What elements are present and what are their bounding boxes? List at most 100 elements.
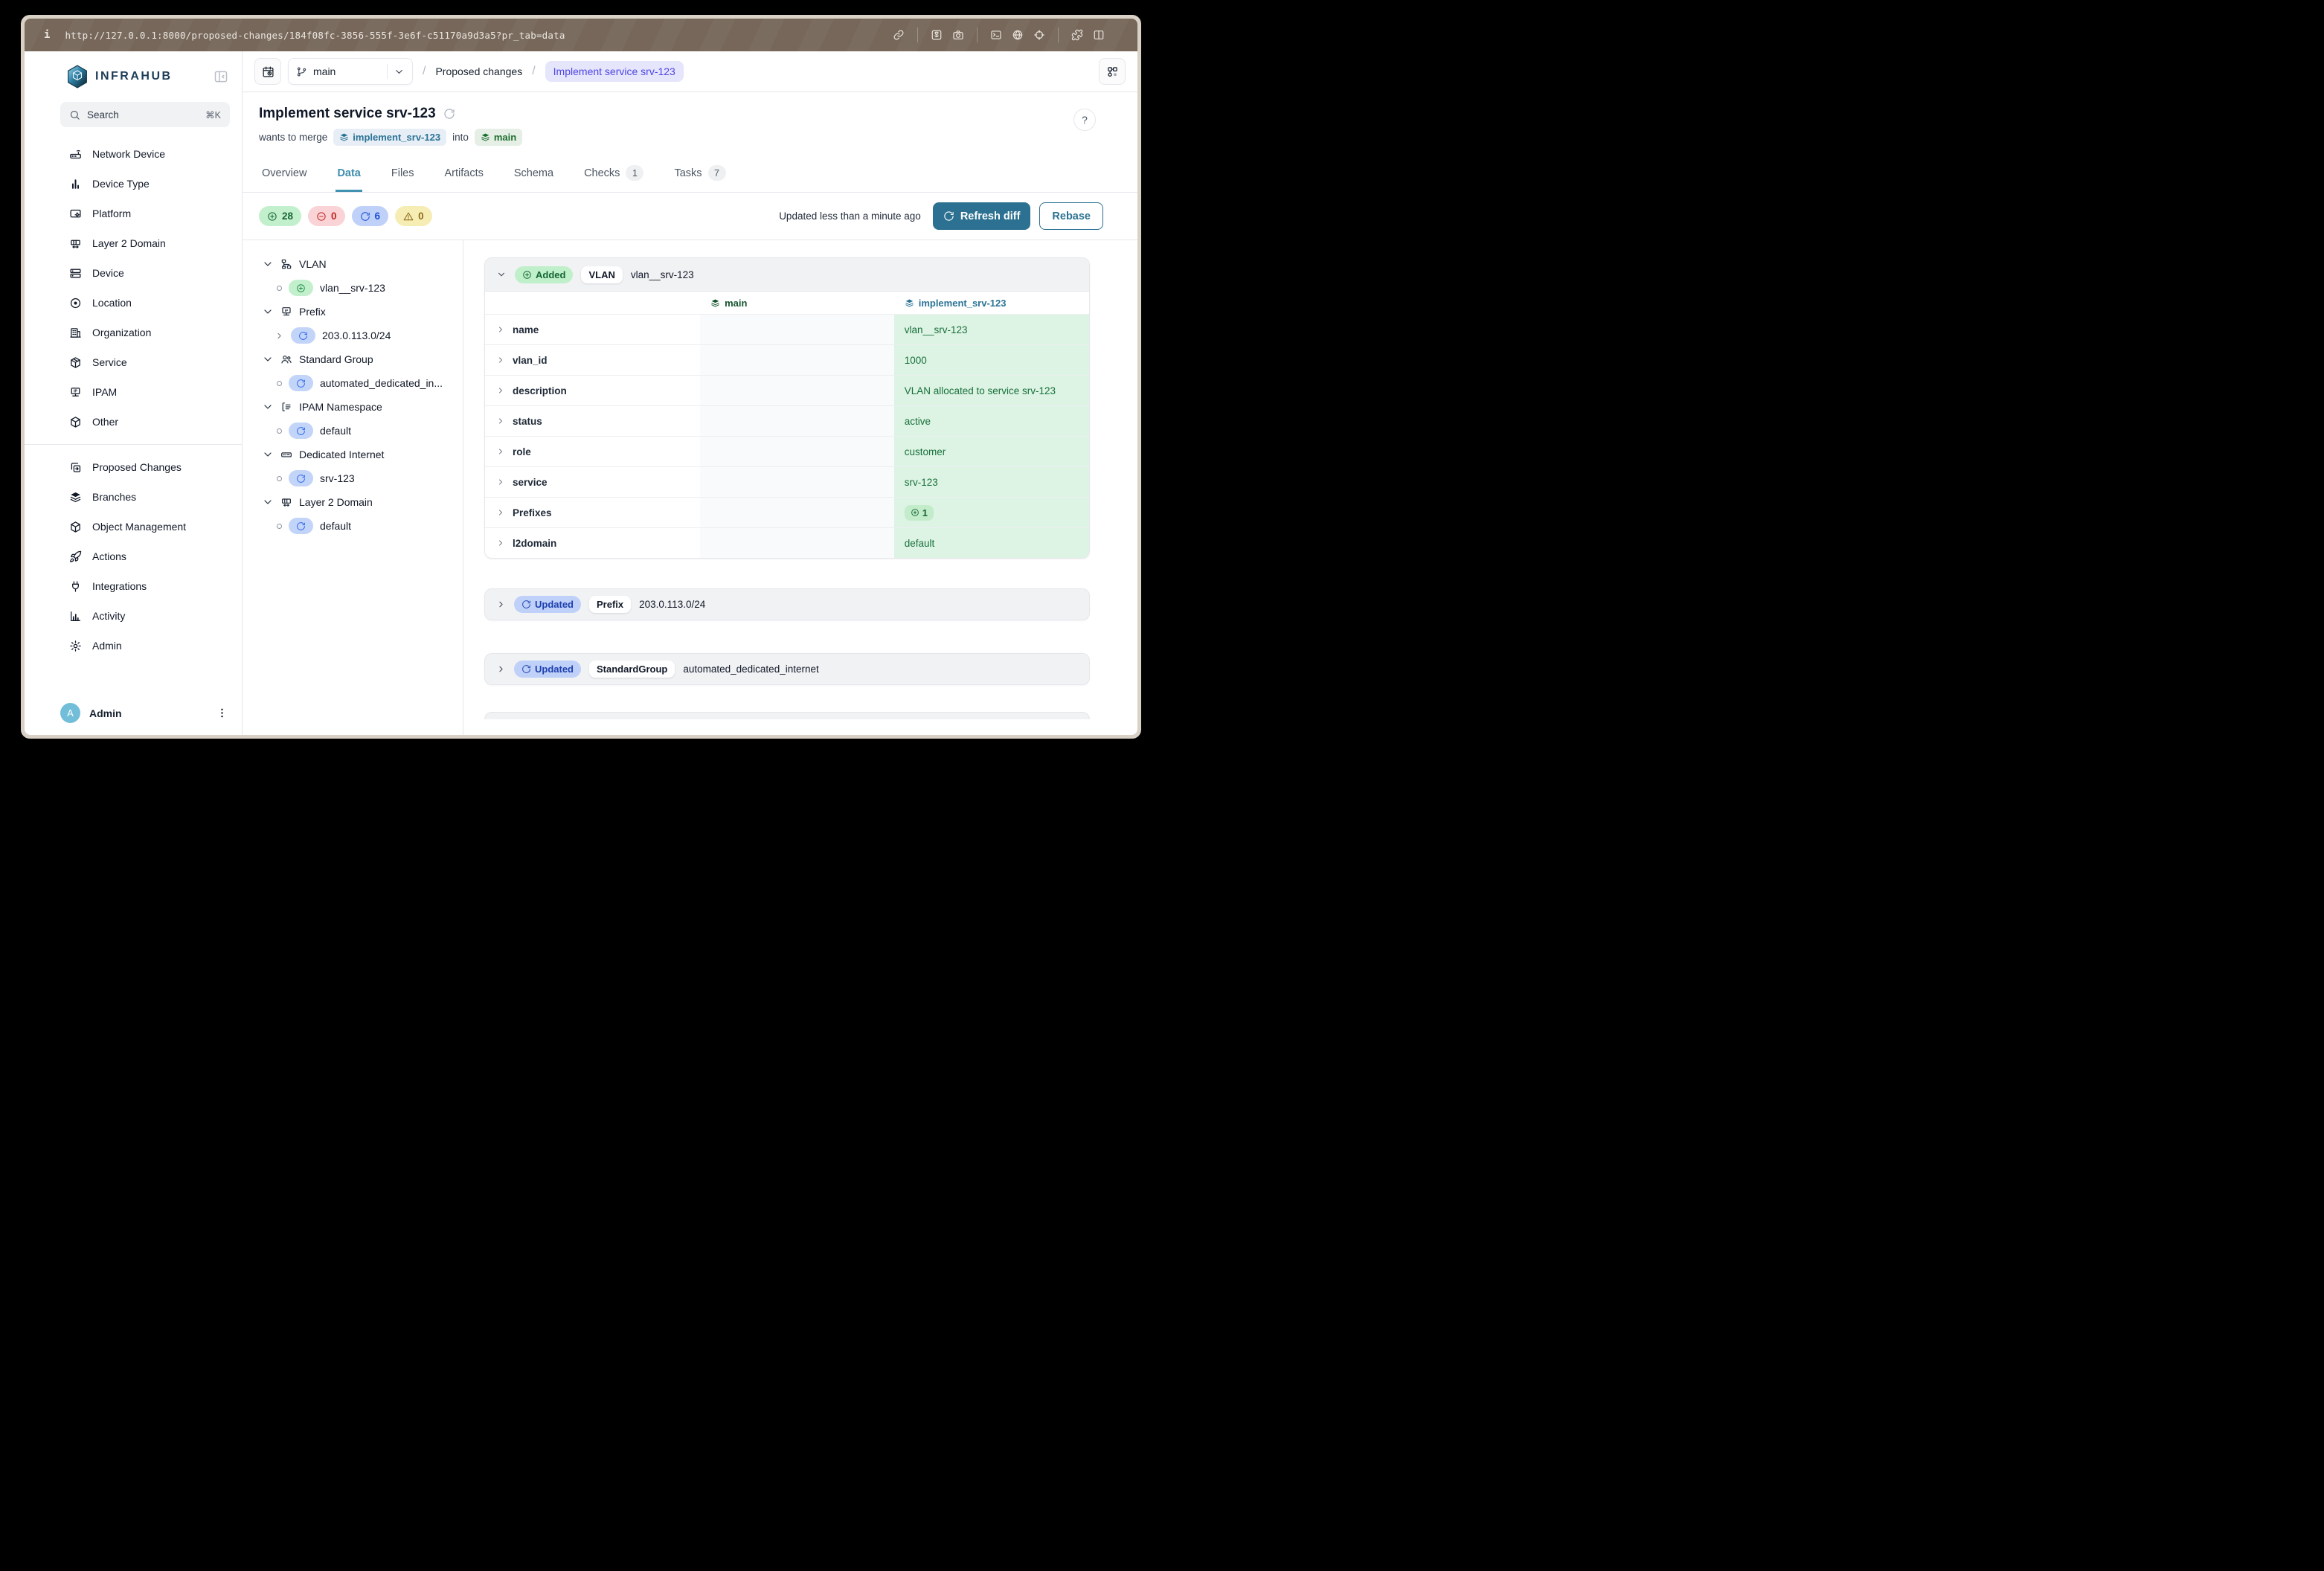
sidebar-item-organization[interactable]: Organization: [60, 318, 236, 347]
user-name: Admin: [89, 707, 122, 719]
browser-columns-icon[interactable]: [1093, 29, 1105, 41]
tree-node-prefix[interactable]: IP Prefix: [243, 300, 457, 324]
refresh-icon[interactable]: [443, 108, 455, 120]
breadcrumb-current[interactable]: Implement service srv-123: [545, 61, 684, 82]
tree-leaf-vlan-srv-123[interactable]: vlan__srv-123: [243, 276, 457, 300]
sidebar-item-network-device[interactable]: Network Device: [60, 139, 236, 169]
tab-schema[interactable]: Schema: [513, 158, 555, 192]
chevron-right-icon[interactable]: [275, 331, 284, 341]
tree-leaf-srv-123[interactable]: srv-123: [243, 466, 457, 490]
browser-terminal-icon[interactable]: [990, 29, 1002, 41]
tab-data[interactable]: Data: [336, 158, 362, 192]
browser-camera-icon[interactable]: [952, 29, 964, 41]
sidebar-item-label: Activity: [92, 610, 125, 622]
url-text[interactable]: http://127.0.0.1:8000/proposed-changes/1…: [65, 30, 882, 41]
sidebar-item-device-type[interactable]: Device Type: [60, 169, 236, 199]
tab-checks[interactable]: Checks 1: [582, 158, 645, 192]
tree-leaf-default[interactable]: default: [243, 514, 457, 538]
diff-card-header[interactable]: Added VLAN vlan__srv-123: [485, 258, 1089, 291]
tree-node-label: VLAN: [299, 258, 327, 270]
ip-icon: IP: [280, 306, 292, 318]
sidebar-item-admin[interactable]: Admin: [60, 631, 236, 661]
tab-artifacts[interactable]: Artifacts: [443, 158, 485, 192]
sidebar-item-proposed-changes[interactable]: Proposed Changes: [60, 452, 236, 482]
diff-card-prefix[interactable]: Updated Prefix 203.0.113.0/24: [484, 588, 1090, 620]
rebase-button[interactable]: Rebase: [1039, 202, 1103, 230]
sidebar-item-device[interactable]: Device: [60, 258, 236, 288]
sidebar-item-actions[interactable]: Actions: [60, 542, 236, 571]
browser-link-icon[interactable]: [893, 29, 905, 41]
sidebar-item-integrations[interactable]: Integrations: [60, 571, 236, 601]
chevron-right-icon: [496, 664, 506, 674]
chevron-down-icon: [262, 496, 274, 508]
layers-icon: [481, 132, 490, 142]
tree-leaf-default[interactable]: default: [243, 419, 457, 443]
column-header-main: main: [700, 292, 894, 314]
tab-overview[interactable]: Overview: [260, 158, 308, 192]
attribute-name[interactable]: name: [485, 314, 700, 344]
sidebar-item-label: Layer 2 Domain: [92, 237, 166, 249]
sidebar-collapse-button[interactable]: [214, 69, 228, 84]
sidebar-item-platform[interactable]: Platform: [60, 199, 236, 228]
attribute-role[interactable]: role: [485, 436, 700, 466]
sidebar-item-layer-2-domain[interactable]: Layer 2 Domain: [60, 228, 236, 258]
sidebar-item-label: Branches: [92, 491, 136, 503]
change-badge-updated: [289, 470, 313, 486]
tree-node-layer-2-domain[interactable]: Layer 2 Domain: [243, 490, 457, 514]
branch-selector[interactable]: main: [288, 58, 413, 85]
context-header: main / Proposed changes / Implement serv…: [243, 51, 1137, 92]
kebab-menu-icon[interactable]: [216, 707, 228, 719]
attribute-service[interactable]: service: [485, 466, 700, 497]
diff-card-standardgroup[interactable]: Updated StandardGroup automated_dedicate…: [484, 653, 1090, 685]
tree-leaf-label: 203.0.113.0/24: [322, 330, 391, 341]
sidebar-item-location[interactable]: Location: [60, 288, 236, 318]
sidebar-item-object-management[interactable]: Object Management: [60, 512, 236, 542]
layers-icon: [339, 132, 349, 142]
search-icon: [69, 109, 80, 121]
tree-node-standard-group[interactable]: Standard Group: [243, 347, 457, 371]
attribute-prefixes[interactable]: Prefixes: [485, 497, 700, 527]
date-picker-button[interactable]: [254, 58, 281, 85]
layers-icon: [710, 298, 720, 308]
attribute-vlan_id[interactable]: vlan_id: [485, 344, 700, 375]
sidebar-item-branches[interactable]: Branches: [60, 482, 236, 512]
tab-label: Artifacts: [445, 167, 484, 179]
plus-circle-icon: [296, 283, 306, 293]
attribute-status[interactable]: status: [485, 405, 700, 436]
sidebar-item-other[interactable]: Other: [60, 407, 236, 437]
search-input[interactable]: Search ⌘K: [60, 102, 230, 127]
target-branch-chip: main: [475, 129, 522, 146]
chevron-down-icon: [394, 66, 405, 77]
tree-node-ipam-namespace[interactable]: IPAM Namespace: [243, 395, 457, 419]
refresh-diff-button[interactable]: Refresh diff: [933, 202, 1031, 230]
tree-leaf-203-0-113-0-24[interactable]: 203.0.113.0/24: [243, 324, 457, 347]
tree-leaf-label: srv-123: [320, 472, 355, 484]
sidebar-item-ipam[interactable]: IPIPAM: [60, 377, 236, 407]
plug-icon: [69, 580, 82, 593]
change-badge-updated: [289, 423, 313, 439]
chevron-down-icon: [262, 449, 274, 460]
tree-leaf-automated-dedicated-in-[interactable]: automated_dedicated_in...: [243, 371, 457, 395]
sidebar-group: Proposed Changes Branches Object Managemen…: [25, 444, 242, 668]
sidebar-item-activity[interactable]: Activity: [60, 601, 236, 631]
tree-node-dedicated-internet[interactable]: Dedicated Internet: [243, 443, 457, 466]
browser-globe-icon[interactable]: [1012, 29, 1024, 41]
attribute-description[interactable]: description: [485, 375, 700, 405]
sidebar-item-service[interactable]: Service: [60, 347, 236, 377]
next-card-partial: [484, 712, 1090, 719]
chevron-right-icon: [496, 508, 505, 517]
branch-value: active: [905, 416, 931, 427]
tree-node-vlan[interactable]: VLAN: [243, 252, 457, 276]
breadcrumb-proposed-changes[interactable]: Proposed changes: [435, 65, 522, 77]
browser-crosshair-icon[interactable]: [1033, 29, 1045, 41]
chevron-down-icon: [262, 401, 274, 413]
tab-tasks[interactable]: Tasks 7: [673, 158, 727, 192]
user-menu[interactable]: A Admin: [25, 693, 242, 735]
schema-visualizer-button[interactable]: [1099, 58, 1126, 85]
tab-files[interactable]: Files: [390, 158, 416, 192]
browser-puzzle-icon[interactable]: [1071, 29, 1083, 41]
browser-image-icon[interactable]: [931, 29, 943, 41]
refresh-icon: [521, 664, 531, 674]
attribute-l2domain[interactable]: l2domain: [485, 527, 700, 558]
help-button[interactable]: ?: [1073, 109, 1096, 131]
